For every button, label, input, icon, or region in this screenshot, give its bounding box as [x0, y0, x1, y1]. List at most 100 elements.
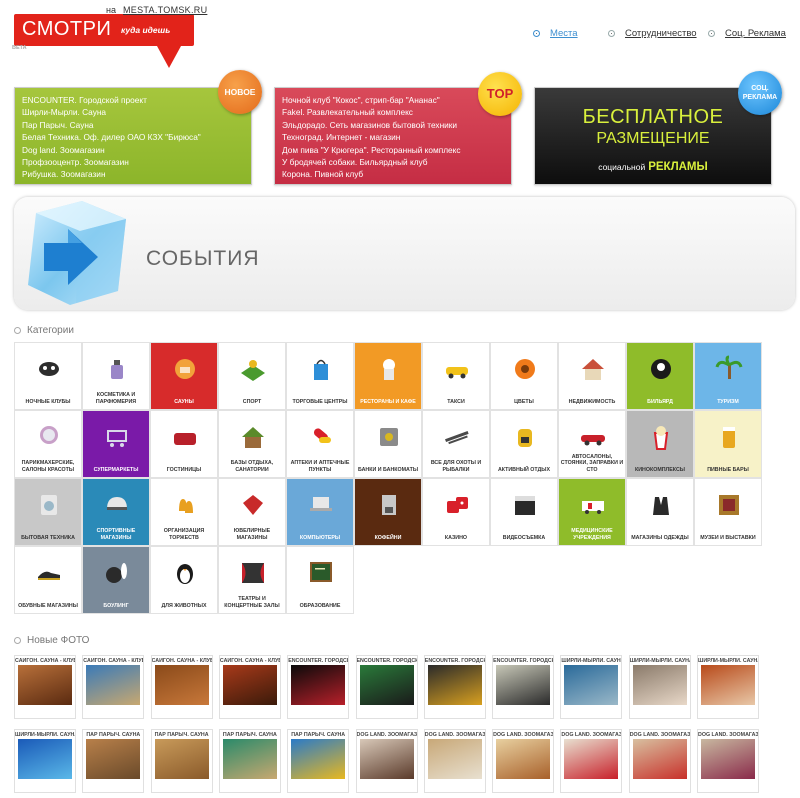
category-label: Такси — [447, 398, 465, 405]
category-tile[interactable]: Гостиницы — [150, 410, 218, 478]
photo-thumbnail[interactable]: Dog land. Зоомагазин — [697, 729, 759, 793]
category-tile[interactable]: Аптеки и аптечные пункты — [286, 410, 354, 478]
category-tile[interactable]: Казино — [422, 478, 490, 546]
photo-thumbnail[interactable]: Dog land. Зоомагазин — [560, 729, 623, 793]
photo-caption: Dog land. Зоомагазин — [493, 732, 554, 738]
promo-new-item[interactable]: Белая Техника. Оф. дилер ОАО КЗХ "Бирюса… — [22, 131, 201, 143]
promo-top-item[interactable]: У бродячей собаки. Бильярдный клуб — [282, 156, 461, 168]
promo-new-item[interactable]: Ширли-Мырли. Сауна — [22, 106, 201, 118]
category-tile[interactable]: Базы отдыха, санатории — [218, 410, 286, 478]
category-label: Недвижимость — [568, 398, 616, 405]
cart-icon — [107, 430, 127, 447]
laptop-icon — [310, 497, 332, 511]
promo-top-item[interactable]: Техноград. Интернет - магазин — [282, 131, 461, 143]
category-tile[interactable]: Спортивные магазины — [82, 478, 150, 546]
category-tile[interactable]: Автосалоны, стоянки, заправки и СТО — [558, 410, 626, 478]
promo-top-item[interactable]: Дом пива "У Крюгера". Ресторанный компле… — [282, 144, 461, 156]
nav-cooperation[interactable]: Сотрудничество — [608, 28, 697, 39]
category-tile[interactable]: Бытовая техника — [14, 478, 82, 546]
photo-thumbnail[interactable]: ENCOUNTER. Городской проект — [355, 655, 418, 719]
promo-new-item[interactable]: ENCOUNTER. Городской проект — [22, 94, 201, 106]
promo-new-item[interactable]: Профзооцентр. Зоомагазин — [22, 156, 201, 168]
category-tile[interactable]: Видеосъемка — [490, 478, 558, 546]
category-tile[interactable]: Рестораны и кафе — [354, 342, 422, 410]
category-tile[interactable]: Ночные клубы — [14, 342, 82, 410]
promo-new-item[interactable]: Dog land. Зоомагазин — [22, 144, 201, 156]
category-tile[interactable]: Пивные бары — [694, 410, 762, 478]
promo-new-item[interactable]: Пар Парыч. Сауна — [22, 119, 201, 131]
photo-caption: Сайгон. Сауна - клуб — [219, 658, 280, 664]
category-label: Музеи и выставки — [700, 534, 756, 541]
category-tile[interactable]: Для животных — [150, 546, 218, 614]
photo-thumbnail[interactable]: Сайгон. Сауна - клуб — [82, 655, 145, 719]
frame-icon — [719, 495, 739, 515]
shoe-icon — [38, 571, 60, 580]
safe-icon — [380, 428, 398, 446]
category-tile[interactable]: Торговые центры — [286, 342, 354, 410]
photo-thumbnail[interactable]: Пар Парыч. Сауна — [82, 729, 145, 793]
category-tile[interactable]: Сауны — [150, 342, 218, 410]
promo-top-item[interactable]: Корона. Пивной клуб — [282, 168, 461, 180]
photo-thumbnail[interactable]: ENCOUNTER. Городской проект — [287, 655, 350, 719]
nav-social-ads[interactable]: Соц. Реклама — [708, 28, 786, 39]
popcorn-icon — [653, 426, 669, 450]
category-tile[interactable]: Активный отдых — [490, 410, 558, 478]
category-tile[interactable]: Бильярд — [626, 342, 694, 410]
photo-thumbnail[interactable]: Ширли-Мырли. Сауна — [14, 729, 76, 793]
photo-thumbnail[interactable]: Dog land. Зоомагазин — [355, 729, 418, 793]
category-tile[interactable]: Компьютеры — [286, 478, 354, 546]
category-tile[interactable]: Супермаркеты — [82, 410, 150, 478]
category-tile[interactable]: Недвижимость — [558, 342, 626, 410]
free-ads-banner[interactable]: БЕСПЛАТНОЕ РАЗМЕЩЕНИЕ социальной РЕКЛАМЫ — [534, 87, 772, 185]
logo-box[interactable]: СМОТРИ куда идешь — [14, 14, 194, 46]
category-tile[interactable]: Организация торжеств — [150, 478, 218, 546]
photo-thumbnail[interactable]: Пар Парыч. Сауна — [150, 729, 213, 793]
promo-new-item[interactable]: Рибушка. Зоомагазин — [22, 168, 201, 180]
category-label: Ночные клубы — [25, 398, 71, 405]
category-tile[interactable]: Боулинг — [82, 546, 150, 614]
category-tile[interactable]: Музеи и выставки — [694, 478, 762, 546]
photo-thumbnail[interactable]: Ширли-Мырли. Сауна — [697, 655, 759, 719]
photo-thumbnail[interactable]: Пар Парыч. Сауна — [218, 729, 281, 793]
photo-caption: Пар Парыч. Сауна — [86, 732, 141, 738]
category-tile[interactable]: Туризм — [694, 342, 762, 410]
category-tile[interactable]: Медицинские учреждения — [558, 478, 626, 546]
nav-places[interactable]: Места — [533, 28, 578, 39]
photo-thumbnail[interactable]: Пар Парыч. Сауна — [287, 729, 350, 793]
photo-image — [86, 665, 141, 705]
photo-thumbnail[interactable]: Сайгон. Сауна - клуб — [218, 655, 281, 719]
social-ads-badge: СОЦ. РЕКЛАМА — [738, 71, 782, 115]
category-tile[interactable]: Ювелирные магазины — [218, 478, 286, 546]
photo-thumbnail[interactable]: Сайгон. Сауна - клуб — [14, 655, 76, 719]
photo-thumbnail[interactable]: Ширли-Мырли. Сауна — [628, 655, 691, 719]
events-banner[interactable]: СОБЫТИЯ — [14, 197, 795, 310]
category-tile[interactable]: Такси — [422, 342, 490, 410]
category-tile[interactable]: Банки и банкоматы — [354, 410, 422, 478]
photo-thumbnail[interactable]: Dog land. Зоомагазин — [492, 729, 555, 793]
photo-thumbnail[interactable]: Dog land. Зоомагазин — [423, 729, 486, 793]
coffee-machine-icon — [382, 495, 396, 515]
photo-image — [496, 665, 551, 705]
photo-thumbnail[interactable]: ENCOUNTER. Городской проект — [492, 655, 555, 719]
promo-top-item[interactable]: Эльдорадо. Сеть магазинов бытовой техник… — [282, 119, 461, 131]
category-label: Автосалоны, стоянки, заправки и СТО — [560, 453, 624, 473]
category-tile[interactable]: Театры и концертные залы — [218, 546, 286, 614]
category-tile[interactable]: Магазины одежды — [626, 478, 694, 546]
promo-top-box: Ночной клуб "Кокос", стрип-бар "Ананас" … — [274, 87, 512, 185]
photo-thumbnail[interactable]: Dog land. Зоомагазин — [628, 729, 691, 793]
promo-top-item[interactable]: Ночной клуб "Кокос", стрип-бар "Ананас" — [282, 94, 461, 106]
photo-thumbnail[interactable]: Сайгон. Сауна - клуб — [150, 655, 213, 719]
category-tile[interactable]: Кофейни — [354, 478, 422, 546]
category-tile[interactable]: Косметика и парфюмерия — [82, 342, 150, 410]
category-tile[interactable]: Обувные магазины — [14, 546, 82, 614]
promo-top-item[interactable]: Fakel. Развлекательный комплекс — [282, 106, 461, 118]
photo-thumbnail[interactable]: Ширли-Мырли. Сауна — [560, 655, 623, 719]
category-tile[interactable]: Кинокомплексы — [626, 410, 694, 478]
category-tile[interactable]: Все для охоты и рыбалки — [422, 410, 490, 478]
photo-thumbnail[interactable]: ENCOUNTER. Городской проект — [423, 655, 486, 719]
category-tile[interactable]: Образование — [286, 546, 354, 614]
category-tile[interactable]: Спорт — [218, 342, 286, 410]
category-tile[interactable]: Парикмахерские, салоны красоты — [14, 410, 82, 478]
category-tile[interactable]: Цветы — [490, 342, 558, 410]
site-url-link[interactable]: MESTA.TOMSK.RU — [123, 5, 207, 15]
